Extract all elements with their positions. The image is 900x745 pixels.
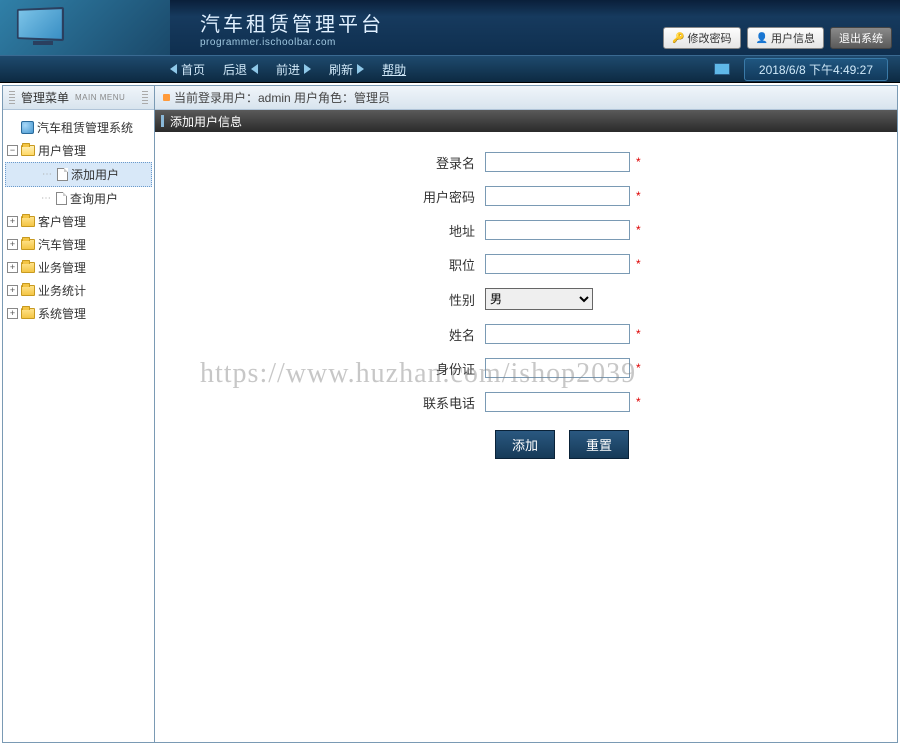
status-bar: 当前登录用户：admin 用户角色：管理员 <box>155 86 897 110</box>
folder-icon <box>21 216 35 227</box>
label-name: 姓名 <box>155 325 485 344</box>
tree-root[interactable]: 汽车租赁管理系统 <box>5 116 152 139</box>
input-position[interactable] <box>485 254 630 274</box>
expand-icon[interactable]: + <box>7 239 18 250</box>
collapse-icon[interactable]: − <box>7 145 18 156</box>
expand-icon[interactable]: + <box>7 216 18 227</box>
panel-title-bar: 添加用户信息 <box>155 110 897 132</box>
required-mark: * <box>636 327 641 341</box>
clock: 2018/6/8 下午4:49:27 <box>744 58 888 81</box>
nav-home[interactable]: 首页 <box>170 61 205 78</box>
required-mark: * <box>636 189 641 203</box>
reset-button[interactable]: 重置 <box>569 430 629 459</box>
nav-help[interactable]: 帮助 <box>382 61 406 78</box>
tree-customer-mgmt[interactable]: +客户管理 <box>5 210 152 233</box>
arrow-left-icon <box>251 64 258 74</box>
required-mark: * <box>636 155 641 169</box>
expand-icon[interactable]: + <box>7 262 18 273</box>
add-button[interactable]: 添加 <box>495 430 555 459</box>
header-actions: 修改密码 用户信息 退出系统 <box>663 27 892 49</box>
required-mark: * <box>636 257 641 271</box>
label-idcard: 身份证 <box>155 359 485 378</box>
label-phone: 联系电话 <box>155 393 485 412</box>
navbar: 首页 后退 前进 刷新 帮助 2018/6/8 下午4:49:27 <box>0 55 900 83</box>
title-bar-icon <box>161 115 164 127</box>
sidebar: 管理菜单 MAIN MENU 汽车租赁管理系统 −用户管理 ⋯添加用户 ⋯查询用… <box>3 86 155 742</box>
input-login[interactable] <box>485 152 630 172</box>
tree-car-mgmt[interactable]: +汽车管理 <box>5 233 152 256</box>
label-position: 职位 <box>155 255 485 274</box>
monitor-icon <box>15 8 70 50</box>
panel-title: 添加用户信息 <box>170 113 242 130</box>
label-address: 地址 <box>155 221 485 240</box>
folder-icon <box>21 239 35 250</box>
folder-icon <box>21 262 35 273</box>
expand-icon[interactable]: + <box>7 308 18 319</box>
logout-button[interactable]: 退出系统 <box>830 27 892 49</box>
required-mark: * <box>636 361 641 375</box>
tree-biz-mgmt[interactable]: +业务管理 <box>5 256 152 279</box>
input-password[interactable] <box>485 186 630 206</box>
display-icon <box>714 63 730 75</box>
input-name[interactable] <box>485 324 630 344</box>
tree-biz-stat[interactable]: +业务统计 <box>5 279 152 302</box>
sidebar-title: 管理菜单 <box>21 89 69 106</box>
required-mark: * <box>636 395 641 409</box>
folder-icon <box>21 285 35 296</box>
nav-refresh[interactable]: 刷新 <box>329 61 364 78</box>
arrow-left-icon <box>170 64 177 74</box>
status-dot-icon <box>163 94 170 101</box>
main-area: 管理菜单 MAIN MENU 汽车租赁管理系统 −用户管理 ⋯添加用户 ⋯查询用… <box>2 85 898 743</box>
input-phone[interactable] <box>485 392 630 412</box>
required-mark: * <box>636 223 641 237</box>
key-icon <box>672 32 684 44</box>
tree-add-user[interactable]: ⋯添加用户 <box>5 162 152 187</box>
grip-icon <box>142 91 148 105</box>
logo-area <box>0 0 170 55</box>
app-header: 汽车租赁管理平台 programmer.ischoolbar.com 修改密码 … <box>0 0 900 55</box>
tree-user-mgmt[interactable]: −用户管理 <box>5 139 152 162</box>
nav-forward[interactable]: 前进 <box>276 61 311 78</box>
sidebar-header: 管理菜单 MAIN MENU <box>3 86 154 110</box>
nav-right: 2018/6/8 下午4:49:27 <box>714 58 888 81</box>
input-idcard[interactable] <box>485 358 630 378</box>
nav-links: 首页 后退 前进 刷新 帮助 <box>170 61 406 78</box>
label-login: 登录名 <box>155 153 485 172</box>
user-icon <box>756 32 768 44</box>
folder-icon <box>21 308 35 319</box>
sidebar-subtitle: MAIN MENU <box>75 93 125 102</box>
tree-sys-mgmt[interactable]: +系统管理 <box>5 302 152 325</box>
form-area: 登录名 * 用户密码 * 地址 * 职位 * 性别男 姓名 * 身份证 * 联系电话 * 添加… <box>155 132 897 459</box>
select-gender[interactable]: 男 <box>485 288 593 310</box>
page-icon <box>56 192 67 205</box>
folder-open-icon <box>21 145 35 156</box>
expand-icon[interactable]: + <box>7 285 18 296</box>
tree-query-user[interactable]: ⋯查询用户 <box>5 187 152 210</box>
change-password-button[interactable]: 修改密码 <box>663 27 740 49</box>
nav-tree: 汽车租赁管理系统 −用户管理 ⋯添加用户 ⋯查询用户 +客户管理 +汽车管理 +… <box>3 110 154 331</box>
page-icon <box>57 168 68 181</box>
system-icon <box>21 121 34 134</box>
content-area: 当前登录用户：admin 用户角色：管理员 添加用户信息 登录名 * 用户密码 * … <box>155 86 897 742</box>
user-info-button[interactable]: 用户信息 <box>747 27 824 49</box>
status-text: 当前登录用户：admin 用户角色：管理员 <box>174 89 390 106</box>
label-password: 用户密码 <box>155 187 485 206</box>
arrow-right-icon <box>304 64 311 74</box>
arrow-right-icon <box>357 64 364 74</box>
grip-icon <box>9 91 15 105</box>
nav-back[interactable]: 后退 <box>223 61 258 78</box>
input-address[interactable] <box>485 220 630 240</box>
label-gender: 性别 <box>155 290 485 309</box>
